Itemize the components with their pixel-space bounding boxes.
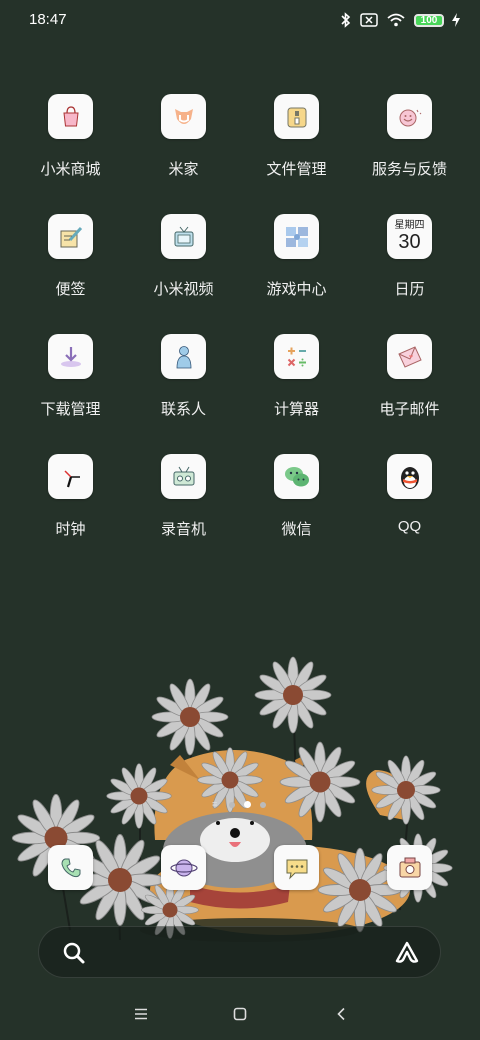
- page-dot-active[interactable]: [244, 801, 251, 808]
- home-icon: [233, 1007, 247, 1021]
- page-indicator-menu-icon: ≡: [212, 799, 218, 809]
- clock-icon: [48, 454, 93, 499]
- menu-icon: [135, 1008, 147, 1020]
- no-sim-icon: [360, 13, 378, 27]
- browser-icon: [169, 859, 198, 876]
- app-qq[interactable]: QQ: [353, 452, 466, 562]
- dock-phone[interactable]: [48, 845, 93, 890]
- app-label: 文件管理: [266, 161, 327, 178]
- app-mijia[interactable]: 米家: [127, 92, 240, 202]
- wechat-icon: [274, 454, 319, 499]
- dock-browser[interactable]: [161, 845, 206, 890]
- file-manager-icon: [274, 94, 319, 139]
- calculator-icon: [274, 334, 319, 379]
- app-mi-store[interactable]: 小米商城: [14, 92, 127, 202]
- assistant-icon[interactable]: [394, 940, 420, 966]
- app-label: 电子邮件: [379, 401, 440, 418]
- phone-icon: [60, 858, 80, 877]
- page-indicator: ≡: [212, 800, 268, 810]
- page-dot[interactable]: [229, 802, 235, 808]
- app-service-feedback[interactable]: 服务与反馈: [353, 92, 466, 202]
- app-label: 微信: [281, 521, 312, 538]
- back-icon: [337, 1007, 345, 1021]
- mi-store-icon: [48, 94, 93, 139]
- recents-button[interactable]: [129, 1002, 153, 1026]
- calendar-day: 30: [398, 231, 421, 253]
- app-contacts[interactable]: 联系人: [127, 332, 240, 442]
- qq-icon: [387, 454, 432, 499]
- app-label: 日历: [394, 281, 425, 298]
- dock-camera[interactable]: [387, 845, 432, 890]
- app-label: QQ: [397, 518, 422, 535]
- page-dot[interactable]: [260, 802, 266, 808]
- app-label: 便签: [55, 281, 86, 298]
- app-label: 米家: [168, 161, 199, 178]
- app-calendar[interactable]: 星期四 30 日历: [353, 212, 466, 322]
- battery-level: 100: [420, 14, 438, 26]
- app-label: 时钟: [55, 521, 86, 538]
- app-recorder[interactable]: 录音机: [127, 452, 240, 562]
- app-file-manager[interactable]: 文件管理: [240, 92, 353, 202]
- app-label: 录音机: [160, 521, 206, 538]
- mijia-icon: [161, 94, 206, 139]
- dock-messages[interactable]: [274, 845, 319, 890]
- app-notes[interactable]: 便签: [14, 212, 127, 322]
- game-center-icon: [274, 214, 319, 259]
- app-downloads[interactable]: 下载管理: [14, 332, 127, 442]
- app-clock[interactable]: 时钟: [14, 452, 127, 562]
- email-icon: [387, 334, 432, 379]
- app-wechat[interactable]: 微信: [240, 452, 353, 562]
- wifi-icon: [387, 13, 405, 27]
- messages-icon: [286, 859, 307, 880]
- battery-indicator: 100: [414, 13, 444, 27]
- charging-icon: [452, 13, 460, 27]
- app-label: 游戏中心: [266, 281, 327, 298]
- calendar-weekday: 星期四: [394, 220, 425, 231]
- app-email[interactable]: 电子邮件: [353, 332, 466, 442]
- app-calculator[interactable]: 计算器: [240, 332, 353, 442]
- downloads-icon: [48, 334, 93, 379]
- app-label: 计算器: [273, 401, 319, 418]
- recorder-icon: [161, 454, 206, 499]
- notes-icon: [48, 214, 93, 259]
- calendar-icon: 星期四 30: [387, 214, 432, 259]
- bluetooth-icon: [341, 12, 351, 28]
- app-label: 下载管理: [40, 401, 101, 418]
- app-game-center[interactable]: 游戏中心: [240, 212, 353, 322]
- contacts-icon: [161, 334, 206, 379]
- status-time: 18:47: [29, 11, 67, 28]
- app-label: 联系人: [160, 401, 206, 418]
- search-icon[interactable]: [61, 940, 87, 966]
- status-icons: 100: [340, 10, 460, 30]
- home-button[interactable]: [228, 1002, 252, 1026]
- mi-video-icon: [161, 214, 206, 259]
- search-bar[interactable]: [38, 926, 441, 978]
- camera-icon: [399, 857, 420, 877]
- app-label: 小米商城: [40, 161, 101, 178]
- service-feedback-icon: [387, 94, 432, 139]
- status-bar: 18:47 100: [0, 0, 480, 40]
- app-label: 服务与反馈: [371, 161, 447, 178]
- app-label: 小米视频: [153, 281, 214, 298]
- app-mi-video[interactable]: 小米视频: [127, 212, 240, 322]
- back-button[interactable]: [329, 1002, 353, 1026]
- navigation-bar: [0, 990, 480, 1040]
